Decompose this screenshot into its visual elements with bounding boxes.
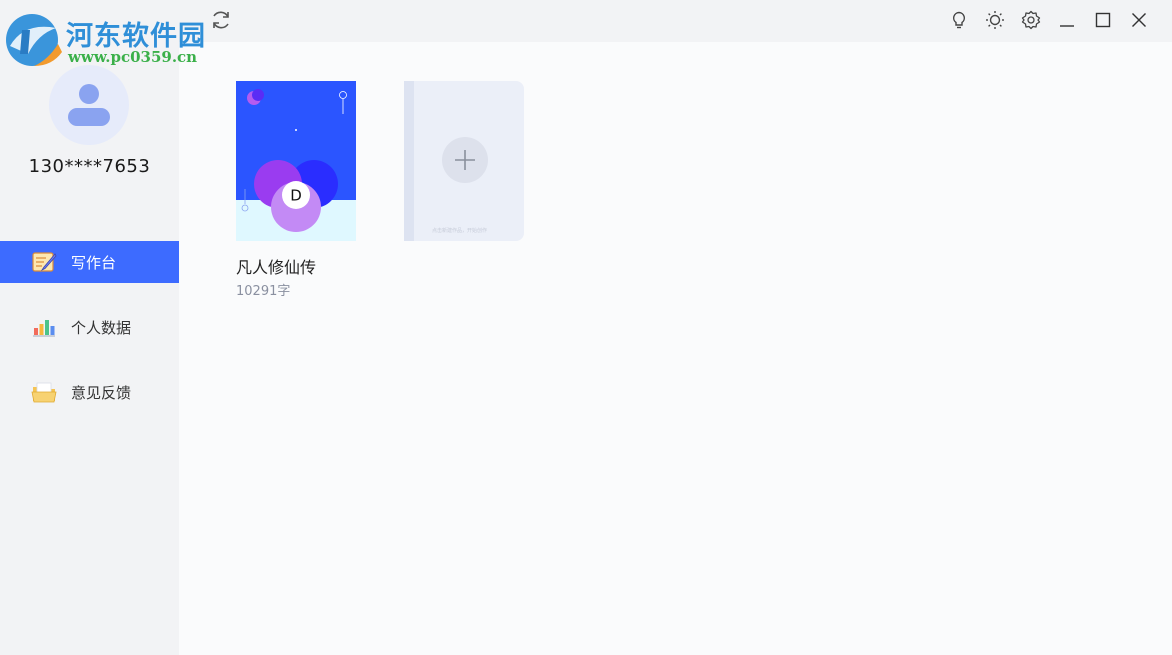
user-icon — [68, 84, 110, 126]
book-cover-art: D — [236, 81, 356, 241]
settings-button[interactable] — [1019, 8, 1043, 32]
new-book-hint: 点击新建作品，开始创作 — [432, 228, 488, 234]
folder-feedback-icon — [31, 382, 57, 403]
minimize-button[interactable] — [1055, 8, 1079, 32]
book-cover-letter: D — [290, 187, 302, 205]
book-title[interactable]: 凡人修仙传 — [236, 254, 316, 278]
book-spine — [404, 81, 414, 241]
minimize-icon — [1060, 25, 1074, 27]
avatar[interactable] — [49, 65, 129, 145]
user-phone: 130****7653 — [28, 156, 151, 177]
sidebar-item-label: 个人数据 — [71, 319, 132, 337]
tips-button[interactable] — [947, 8, 971, 32]
book-word-count: 10291字 — [236, 284, 291, 299]
gear-icon — [1021, 10, 1041, 30]
close-icon — [1132, 13, 1146, 27]
plus-icon — [455, 150, 475, 170]
refresh-icon — [213, 11, 229, 29]
add-circle — [442, 137, 488, 183]
refresh-button[interactable] — [209, 8, 233, 32]
sidebar-item-personal-data[interactable]: 个人数据 — [0, 306, 179, 348]
watermark-url: www.pc0359.cn — [68, 48, 198, 66]
new-book-button[interactable]: 点击新建作品，开始创作 — [404, 81, 524, 241]
sidebar-item-writing-desk[interactable]: 写作台 — [0, 241, 179, 283]
theme-button[interactable] — [983, 8, 1007, 32]
lightbulb-icon — [952, 11, 966, 29]
sidebar-item-label: 写作台 — [71, 254, 117, 272]
maximize-icon — [1095, 12, 1111, 28]
close-button[interactable] — [1127, 8, 1151, 32]
watermark: 河东软件园 www.pc0359.cn — [4, 8, 205, 68]
sun-icon — [986, 11, 1004, 29]
book-cover[interactable]: D — [236, 81, 356, 241]
sidebar-item-label: 意见反馈 — [71, 384, 132, 402]
sidebar-item-feedback[interactable]: 意见反馈 — [0, 371, 179, 413]
writing-desk-icon — [32, 252, 57, 272]
watermark-logo-icon — [6, 14, 62, 66]
maximize-button[interactable] — [1091, 8, 1115, 32]
bar-chart-icon — [33, 320, 55, 337]
